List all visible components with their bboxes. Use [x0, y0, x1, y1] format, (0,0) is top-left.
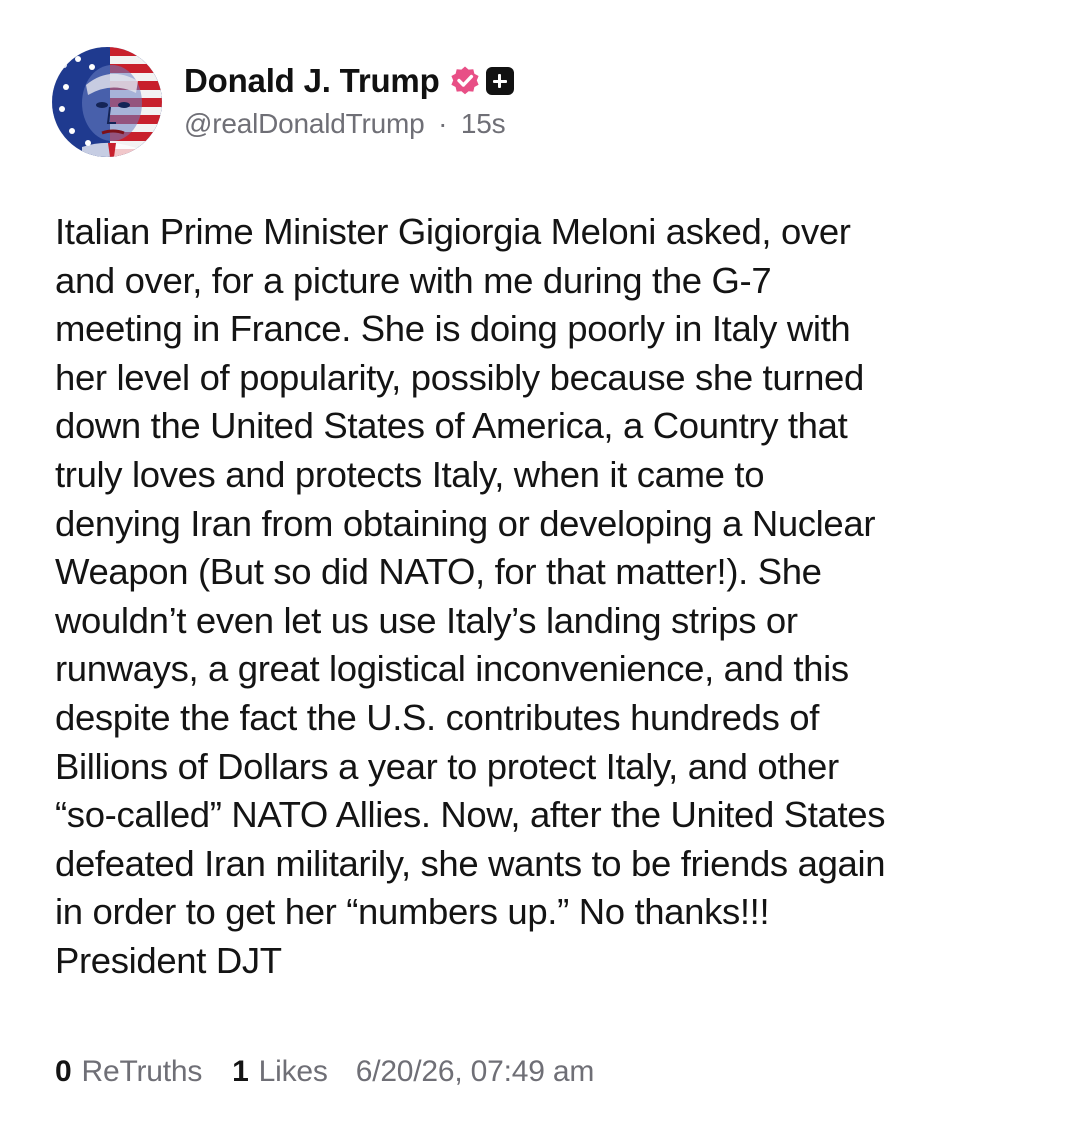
author-handle[interactable]: @realDonaldTrump — [184, 108, 425, 139]
retruths-label: ReTruths — [81, 1055, 203, 1088]
likes-count: 1 — [232, 1055, 249, 1088]
author-info: Donald J. Trump @realDonaldTrump · 15s — [184, 56, 514, 140]
author-display-name[interactable]: Donald J. Trump — [184, 62, 440, 100]
post-timestamp: 6/20/26, 07:49 am — [355, 1055, 595, 1088]
author-meta: @realDonaldTrump · 15s — [184, 108, 514, 140]
author-name-row: Donald J. Trump — [184, 56, 514, 106]
verified-badge-icon — [449, 65, 481, 97]
likes-label: Likes — [258, 1055, 328, 1088]
avatar[interactable] — [52, 47, 162, 157]
relative-time[interactable]: 15s — [461, 108, 506, 139]
likes-stat[interactable]: 1 Likes — [232, 1055, 328, 1089]
meta-separator: · — [438, 108, 448, 139]
post-body: Italian Prime Minister Gigiorgia Meloni … — [55, 211, 886, 981]
retruths-stat[interactable]: 0 ReTruths — [55, 1055, 202, 1089]
post-footer: 0 ReTruths 1 Likes 6/20/26, 07:49 am — [55, 1050, 594, 1094]
plus-icon[interactable] — [485, 67, 514, 95]
post-header: Donald J. Trump @realDonaldTrump · 15s — [52, 46, 514, 158]
retruths-count: 0 — [55, 1055, 72, 1088]
flag-portrait-avatar-icon — [52, 47, 162, 157]
post-card: Donald J. Trump @realDonaldTrump · 15s I… — [0, 0, 1080, 1133]
